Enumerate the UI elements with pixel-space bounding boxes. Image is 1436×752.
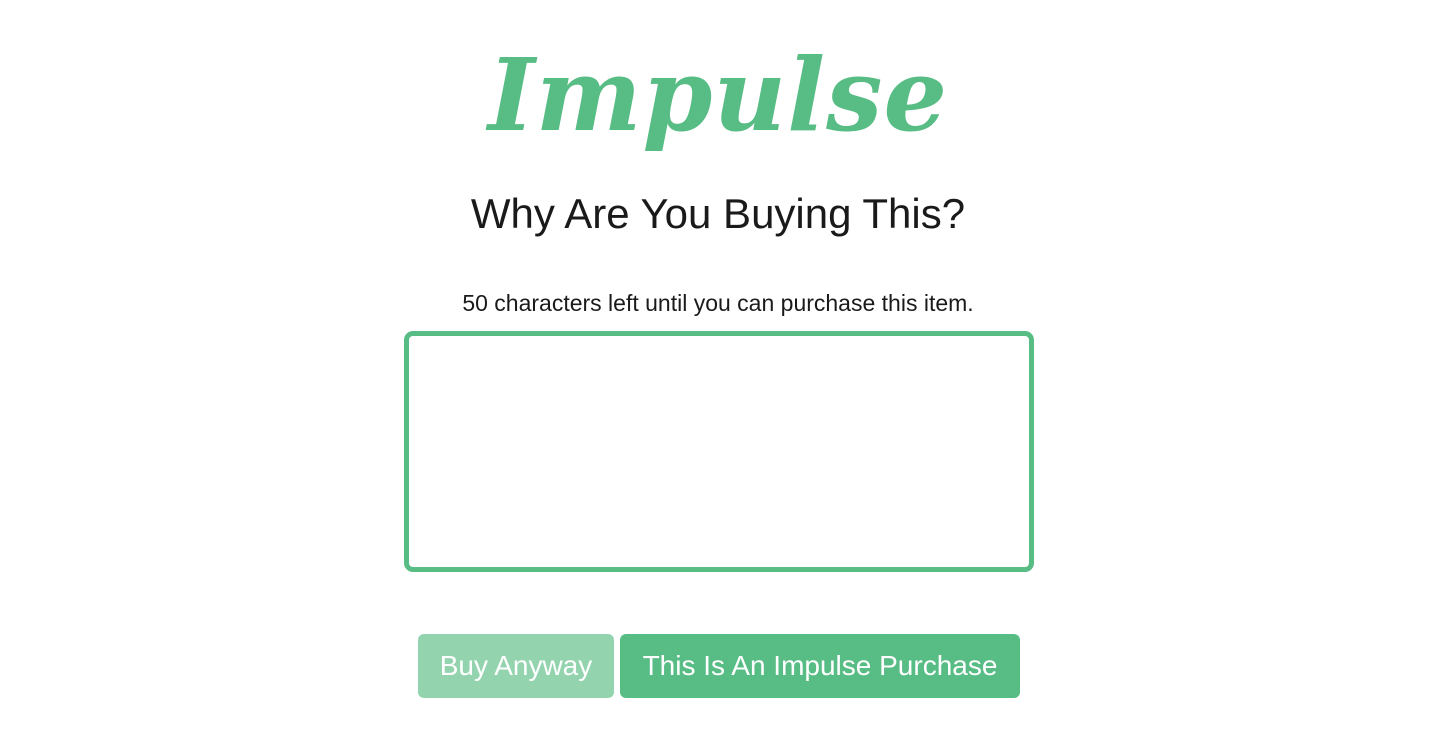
app-logo: Impulse	[487, 36, 949, 154]
action-buttons: Buy Anyway This Is An Impulse Purchase	[0, 634, 1436, 698]
page: Impulse Why Are You Buying This? 50 char…	[0, 0, 1436, 752]
page-title: Why Are You Buying This?	[470, 190, 966, 237]
buy-anyway-button[interactable]: Buy Anyway	[418, 634, 614, 698]
reason-textarea[interactable]	[404, 331, 1034, 572]
characters-left-counter: 50 characters left until you can purchas…	[462, 290, 974, 316]
impulse-purchase-button[interactable]: This Is An Impulse Purchase	[620, 634, 1020, 698]
